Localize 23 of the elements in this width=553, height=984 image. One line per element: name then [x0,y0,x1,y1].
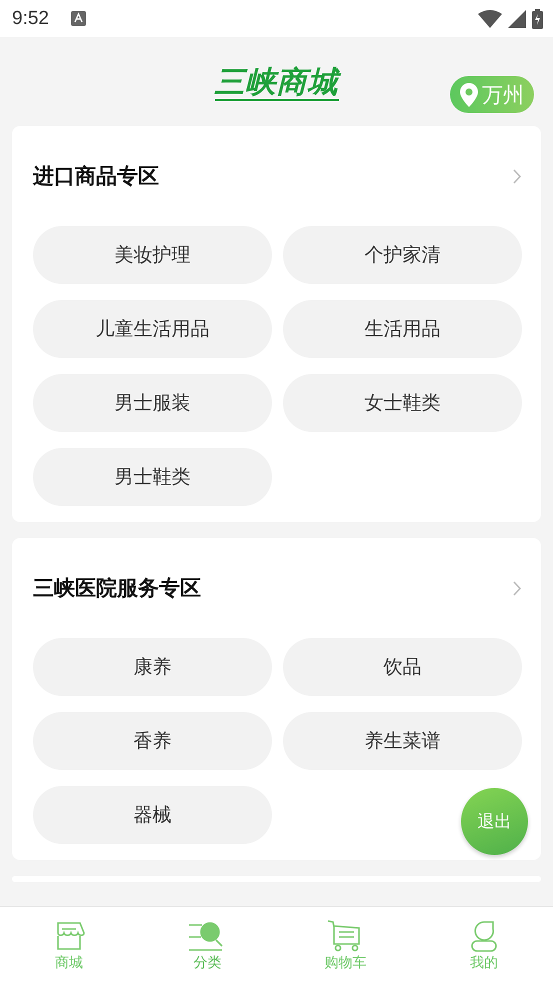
user-icon [468,920,499,952]
status-time: 9:52 [12,8,49,30]
category-chip[interactable]: 生活用品 [283,300,522,358]
category-chip[interactable]: 美妆护理 [33,226,272,284]
section-title: 进口商品专区 [33,163,159,190]
category-chip[interactable]: 饮品 [283,638,522,696]
location-pin-icon [460,82,478,106]
category-chip[interactable]: 男士服装 [33,374,272,432]
category-chip[interactable]: 器械 [33,786,272,844]
keyboard-icon [70,11,86,26]
category-chip[interactable]: 男士鞋类 [33,448,272,506]
category-chip[interactable]: 香养 [33,712,272,770]
category-chip[interactable]: 女士鞋类 [283,374,522,432]
category-chip[interactable]: 康养 [33,638,272,696]
category-chip[interactable]: 个护家清 [283,226,522,284]
category-chip[interactable]: 儿童生活用品 [33,300,272,358]
signal-icon [508,10,526,28]
chevron-right-icon[interactable] [513,580,522,596]
battery-icon [532,8,543,28]
category-chip[interactable]: 养生菜谱 [283,712,522,770]
chevron-right-icon[interactable] [513,168,522,184]
wifi-icon [478,10,502,28]
section-title: 三峡医院服务专区 [33,575,201,602]
